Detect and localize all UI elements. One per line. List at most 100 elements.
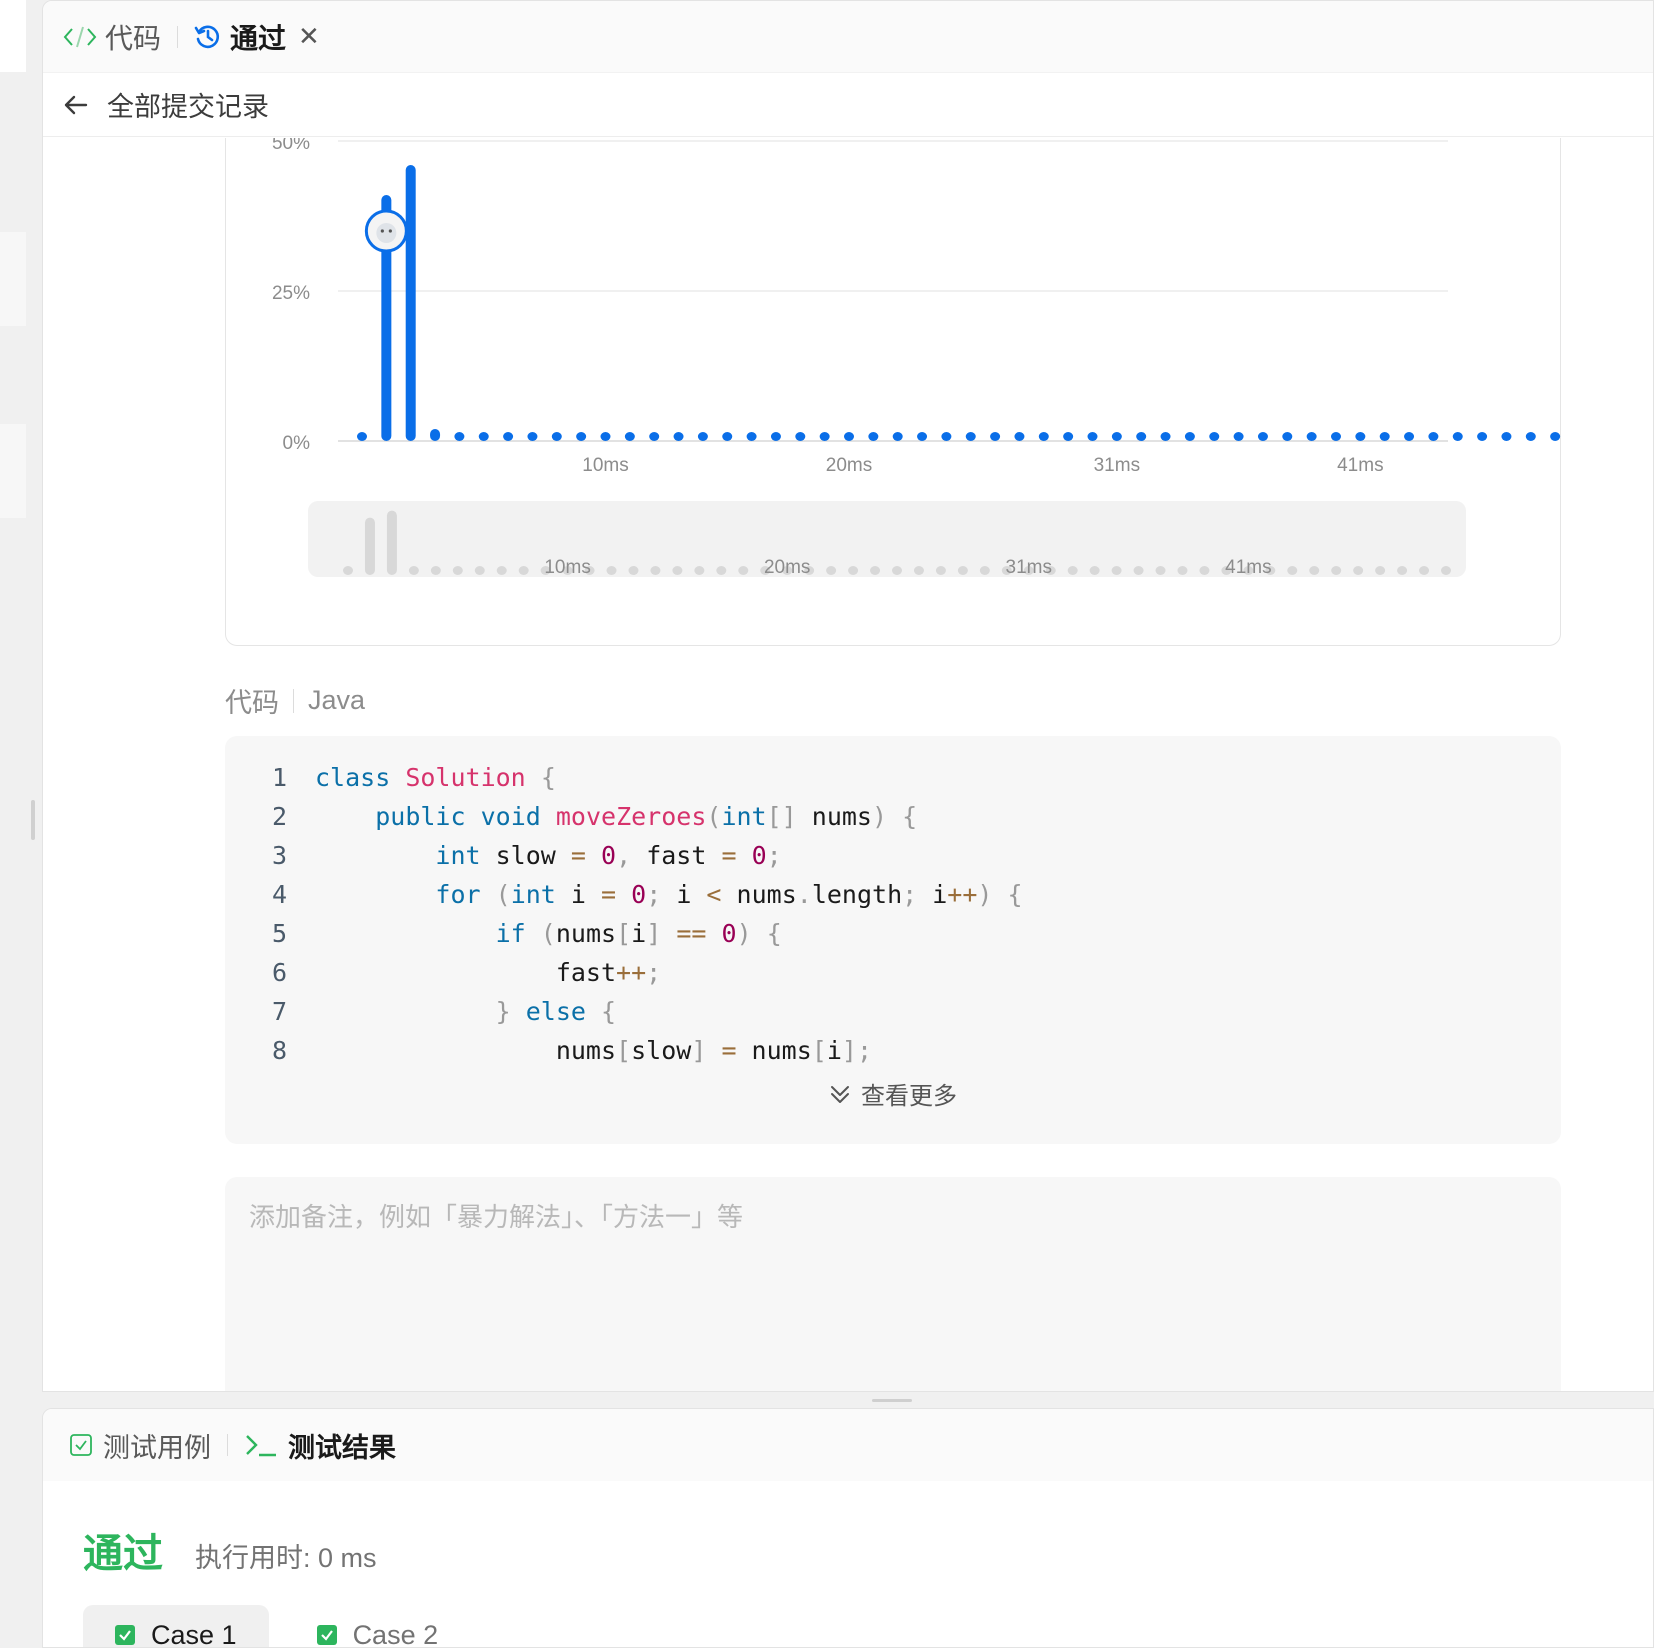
minimap-tick-label: 20ms bbox=[764, 557, 810, 578]
minimap-bar bbox=[1397, 566, 1408, 575]
vertical-resize-handle[interactable] bbox=[872, 1399, 912, 1402]
tab-submission-result[interactable]: 通过 ✕ bbox=[194, 17, 320, 57]
code-token: 0 bbox=[721, 919, 737, 948]
left-panel-edge bbox=[0, 0, 26, 1648]
history-icon bbox=[194, 23, 222, 51]
panel-tab-bar: 代码 通过 ✕ bbox=[43, 1, 1653, 73]
all-submissions-link[interactable]: 全部提交记录 bbox=[107, 85, 269, 124]
histogram-bar bbox=[844, 432, 854, 441]
test-tab-divider bbox=[227, 1434, 228, 1456]
see-more-button[interactable]: 查看更多 bbox=[225, 1076, 1561, 1111]
minimap-bar bbox=[452, 566, 463, 575]
minimap-bar bbox=[1287, 566, 1298, 575]
histogram-bar bbox=[454, 432, 465, 441]
panel-resize-handle[interactable] bbox=[31, 800, 35, 840]
code-line: 6 fast++; bbox=[225, 953, 1023, 992]
tab-test-result[interactable]: 测试结果 bbox=[244, 1426, 396, 1465]
code-token: nums bbox=[721, 880, 797, 909]
code-token: { bbox=[1007, 880, 1023, 909]
runtime-distribution-card: 0% 25% 50% 10ms 20ms 31ms 41ms 10ms 20ms 31ms 41ms bbox=[225, 138, 1585, 646]
checkbox-icon bbox=[69, 1433, 93, 1457]
minimap-bar bbox=[1353, 566, 1364, 575]
close-icon[interactable]: ✕ bbox=[298, 21, 320, 52]
histogram-bar bbox=[819, 432, 830, 441]
code-token: , bbox=[616, 841, 632, 870]
minimap-tick-label: 10ms bbox=[544, 557, 590, 578]
minimap-bar bbox=[386, 510, 397, 575]
code-token: ++ bbox=[616, 958, 647, 987]
code-token: moveZeroes bbox=[555, 802, 707, 831]
test-panel: 测试用例 测试结果 通过 执行用时: 0 ms Case 1 Case 2 bbox=[42, 1408, 1654, 1648]
x-tick-label: 20ms bbox=[826, 455, 872, 476]
code-token: ; bbox=[766, 841, 782, 870]
histogram-bar bbox=[1331, 432, 1341, 441]
code-header-divider bbox=[293, 688, 294, 713]
back-arrow-icon[interactable] bbox=[63, 92, 89, 118]
code-token: slow bbox=[480, 841, 571, 870]
histogram-bar bbox=[746, 432, 757, 441]
code-token: slow bbox=[631, 1036, 692, 1065]
code-token: ++ bbox=[947, 880, 978, 909]
code-line: 7 } else { bbox=[225, 992, 1023, 1031]
minimap-bar bbox=[496, 566, 507, 575]
avatar-eye bbox=[388, 229, 392, 233]
histogram-bar bbox=[965, 432, 976, 441]
code-line: 4 for (int i = 0; i < nums.length; i++) … bbox=[225, 875, 1023, 914]
code-token: { bbox=[902, 802, 918, 831]
histogram-bar bbox=[1257, 432, 1268, 441]
histogram-bar bbox=[770, 432, 781, 441]
line-number: 5 bbox=[271, 919, 287, 948]
minimap-bar bbox=[892, 566, 902, 575]
histogram-bar bbox=[1306, 432, 1317, 441]
tab-code[interactable]: 代码 bbox=[63, 17, 161, 57]
histogram-bar bbox=[1452, 432, 1463, 441]
tab-divider bbox=[177, 25, 179, 48]
case-tab-label: Case 1 bbox=[151, 1619, 237, 1648]
line-number: 1 bbox=[271, 763, 287, 792]
y-tick-label: 50% bbox=[272, 138, 310, 154]
histogram-bar bbox=[1379, 432, 1390, 441]
case-tab-label: Case 2 bbox=[352, 1619, 439, 1648]
histogram-bar bbox=[430, 429, 441, 441]
code-token: ; bbox=[646, 958, 662, 987]
code-token: i bbox=[917, 880, 948, 909]
code-text: if (nums[i] == 0) { bbox=[315, 914, 782, 953]
histogram-bar bbox=[868, 432, 879, 441]
code-token: for bbox=[435, 880, 481, 909]
code-token: public bbox=[375, 802, 466, 831]
code-token: ( bbox=[540, 919, 556, 948]
case-tab-1[interactable]: Case 1 bbox=[83, 1605, 269, 1648]
code-token: ; bbox=[646, 880, 662, 909]
note-textarea[interactable]: 添加备注，例如「暴力解法」、「方法一」等 bbox=[225, 1177, 1561, 1391]
minimap-bar bbox=[1089, 566, 1100, 575]
code-header: 代码 Java bbox=[225, 681, 365, 720]
code-token: ; bbox=[902, 880, 918, 909]
tab-testcase[interactable]: 测试用例 bbox=[69, 1426, 211, 1465]
minimap-bar bbox=[672, 566, 683, 575]
histogram-bar bbox=[1063, 432, 1074, 441]
x-tick-label: 31ms bbox=[1094, 455, 1140, 476]
minimap-bar bbox=[343, 566, 353, 575]
chevron-double-down-icon bbox=[829, 1083, 851, 1105]
see-more-label: 查看更多 bbox=[861, 1083, 957, 1110]
minimap-bar bbox=[694, 566, 705, 575]
tab-submission-label: 通过 bbox=[230, 22, 287, 54]
code-token: if bbox=[495, 919, 526, 948]
code-token: int bbox=[721, 802, 767, 831]
case-tab-2[interactable]: Case 2 bbox=[285, 1605, 471, 1648]
line-number: 8 bbox=[271, 1036, 287, 1065]
range-slider bbox=[308, 501, 1466, 577]
code-token: [ bbox=[616, 919, 632, 948]
y-tick-label: 0% bbox=[283, 433, 311, 454]
submission-panel: 代码 通过 ✕ 全部提交记录 0% 25% 50% 10ms 20ms 31ms 41ms 1… bbox=[42, 0, 1654, 1392]
left-panel-block bbox=[0, 424, 26, 518]
code-token: ] bbox=[646, 919, 662, 948]
